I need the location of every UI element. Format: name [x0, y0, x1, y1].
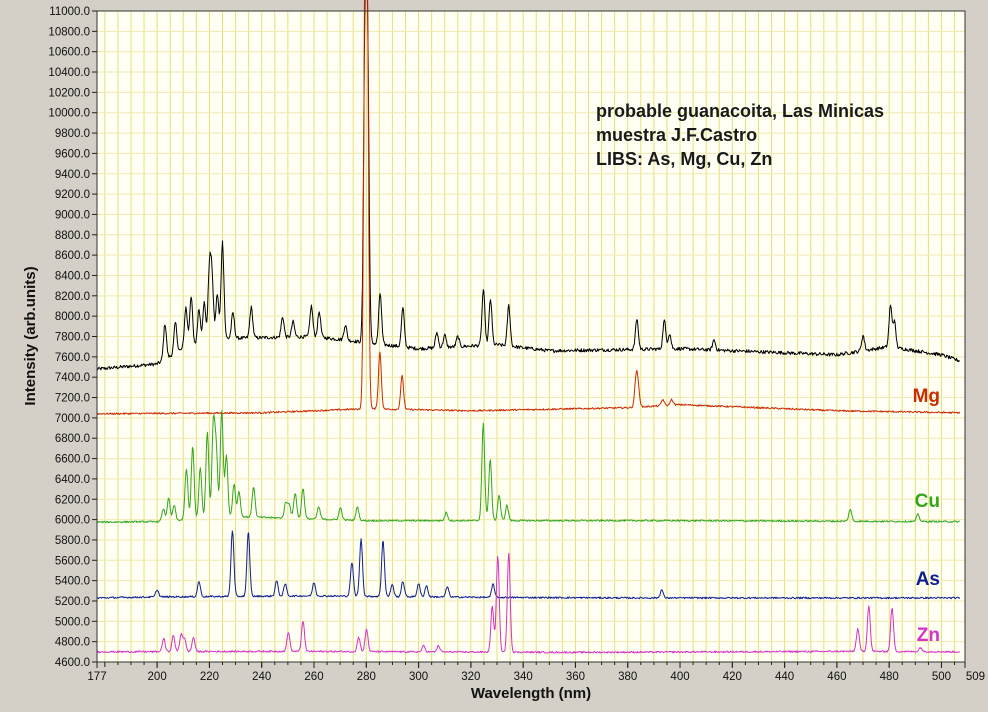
y-tick-label: 8600.0	[55, 250, 90, 262]
y-tick-label: 7600.0	[55, 352, 90, 364]
x-tick-label: 300	[409, 671, 428, 683]
x-tick-label: 220	[200, 671, 219, 683]
y-tick-label: 10800.0	[48, 26, 90, 38]
series-label-zn: Zn	[917, 625, 940, 646]
y-tick-label: 7800.0	[55, 332, 90, 344]
y-tick-label: 8800.0	[55, 230, 90, 242]
y-tick-label: 9200.0	[55, 189, 90, 201]
x-tick-label: 280	[357, 671, 376, 683]
x-axis-label: Wavelength (nm)	[471, 685, 591, 702]
y-tick-label: 6000.0	[55, 515, 90, 527]
y-tick-label: 10000.0	[48, 108, 90, 120]
x-tick-label: 260	[304, 671, 323, 683]
annotation-line: muestra J.F.Castro	[596, 125, 757, 145]
chart-root: 4600.0 4800.0 5000.0 5200.0 5400.0 5600.0 5800…	[0, 0, 988, 707]
y-tick-label: 8000.0	[55, 311, 90, 323]
y-axis-label: Intensity (arb.units)	[22, 266, 39, 405]
x-tick-label: 480	[880, 671, 899, 683]
series-label-cu: Cu	[915, 491, 940, 512]
y-tick-label: 10200.0	[48, 87, 90, 99]
y-tick-label: 10600.0	[48, 47, 90, 59]
y-tick-label: 5600.0	[55, 555, 90, 567]
y-tick-label: 5000.0	[55, 616, 90, 628]
x-tick-label: 500	[932, 671, 951, 683]
y-tick-label: 7400.0	[55, 372, 90, 384]
y-tick-label: 4600.0	[55, 657, 90, 669]
y-tick-label: 7000.0	[55, 413, 90, 425]
x-tick-label: 240	[252, 671, 271, 683]
y-tick-label: 5400.0	[55, 576, 90, 588]
x-tick-label: 509	[966, 671, 985, 683]
y-tick-label: 11000.0	[49, 6, 90, 18]
y-tick-label: 10400.0	[48, 67, 90, 79]
y-tick-label: 6400.0	[55, 474, 90, 486]
x-tick-label: 200	[148, 671, 167, 683]
y-tick-label: 9600.0	[55, 148, 90, 160]
series-label-as: As	[916, 569, 940, 590]
y-tick-label: 5800.0	[55, 535, 90, 547]
spectrum-chart: 4600.0 4800.0 5000.0 5200.0 5400.0 5600.0 5800…	[0, 0, 988, 707]
y-tick-label: 8200.0	[55, 291, 90, 303]
y-tick-label: 8400.0	[55, 270, 90, 282]
x-tick-label: 360	[566, 671, 585, 683]
y-tick-label: 6200.0	[55, 494, 90, 506]
y-tick-label: 6800.0	[55, 433, 90, 445]
annotation-line: LIBS: As, Mg, Cu, Zn	[596, 149, 772, 169]
x-tick-label: 460	[827, 671, 846, 683]
annotation-line: probable guanacoita, Las Minicas	[596, 101, 884, 121]
y-tick-label: 9000.0	[55, 209, 90, 221]
x-tick-label: 420	[723, 671, 742, 683]
x-tick-label: 400	[670, 671, 689, 683]
y-tick-label: 5200.0	[55, 596, 90, 608]
y-tick-label: 6600.0	[55, 454, 90, 466]
y-tick-label: 4800.0	[55, 637, 90, 649]
x-tick-label: 440	[775, 671, 794, 683]
x-tick-label: 177	[87, 671, 106, 683]
x-tick-label: 380	[618, 671, 637, 683]
y-tick-label: 9400.0	[55, 169, 90, 181]
y-tick-label: 9800.0	[55, 128, 90, 140]
x-tick-label: 340	[514, 671, 533, 683]
y-tick-label: 7200.0	[55, 393, 90, 405]
series-label-mg: Mg	[913, 386, 940, 407]
x-tick-label: 320	[461, 671, 480, 683]
